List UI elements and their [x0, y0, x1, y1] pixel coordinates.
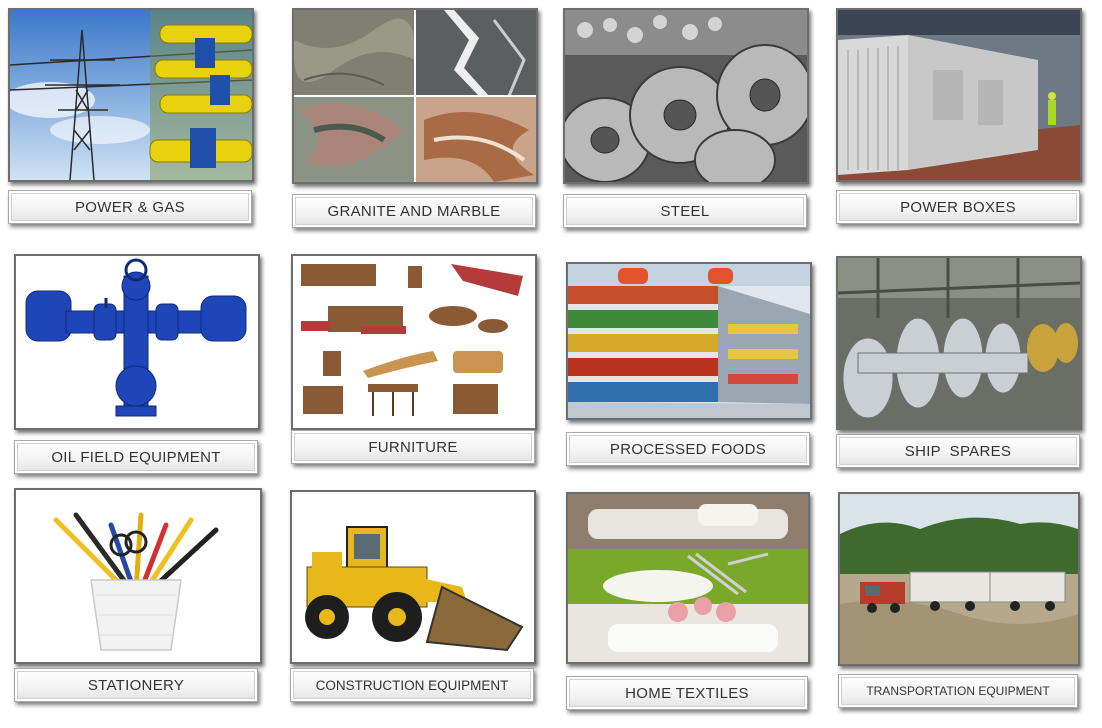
processed-foods-label[interactable]: PROCESSED FOODS [566, 432, 810, 466]
ship-spares-label[interactable]: SHIP SPARES [836, 434, 1080, 468]
transportation-image[interactable] [838, 492, 1080, 666]
home-textiles-image[interactable] [566, 492, 810, 664]
construction-label[interactable]: CONSTRUCTION EQUIPMENT [290, 668, 534, 702]
stationery-label[interactable]: STATIONERY [14, 668, 258, 702]
oil-field-image[interactable] [14, 254, 260, 430]
steel-label[interactable]: STEEL [563, 194, 807, 228]
power-boxes-label[interactable]: POWER BOXES [836, 190, 1080, 224]
processed-foods-image[interactable] [566, 262, 812, 420]
oil-field-label[interactable]: OIL FIELD EQUIPMENT [14, 440, 258, 474]
furniture-label[interactable]: FURNITURE [291, 430, 535, 464]
furniture-image[interactable] [291, 254, 537, 430]
granite-marble-image[interactable] [292, 8, 538, 184]
granite-marble-label[interactable]: GRANITE AND MARBLE [292, 194, 536, 228]
home-textiles-label[interactable]: HOME TEXTILES [566, 676, 808, 710]
power-boxes-image[interactable] [836, 8, 1082, 182]
power-gas-label[interactable]: POWER & GAS [8, 190, 252, 224]
steel-image[interactable] [563, 8, 809, 184]
construction-image[interactable] [290, 490, 536, 664]
ship-spares-image[interactable] [836, 256, 1082, 430]
transportation-label[interactable]: TRANSPORTATION EQUIPMENT [838, 674, 1078, 708]
stationery-image[interactable] [14, 488, 262, 664]
power-gas-image[interactable] [8, 8, 254, 182]
